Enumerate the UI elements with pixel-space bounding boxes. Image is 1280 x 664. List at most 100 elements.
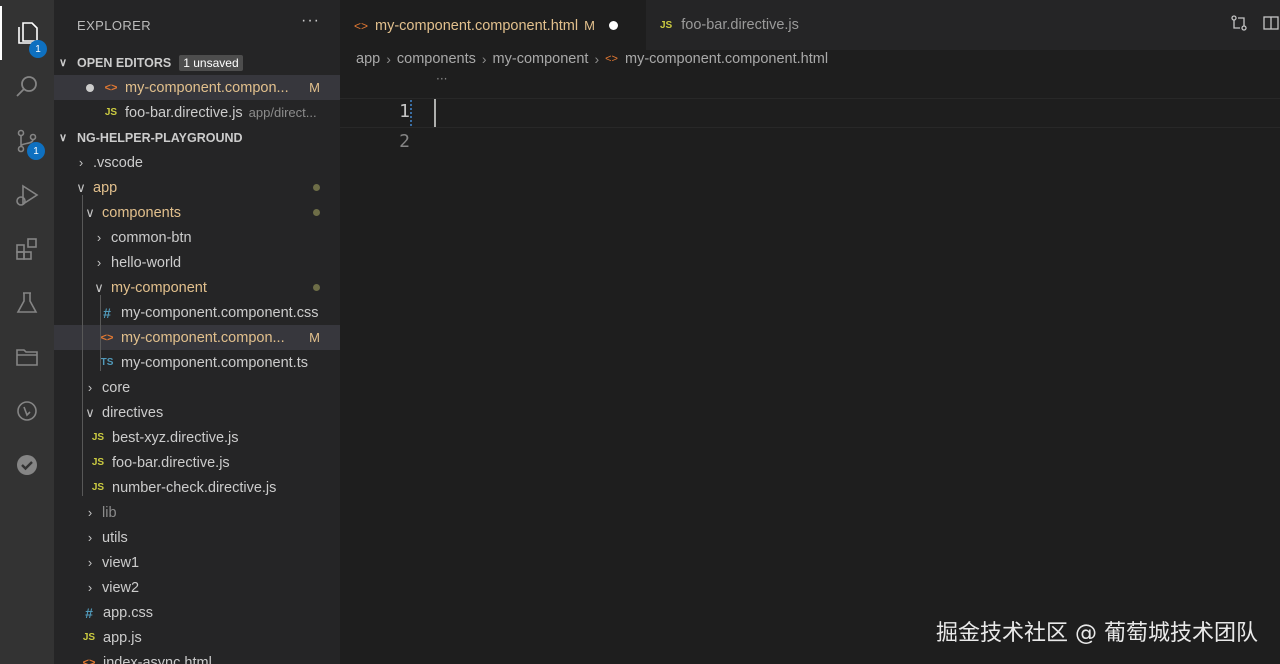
- chevron-down-icon: ∨: [85, 404, 95, 420]
- activity-bar: 1 1: [0, 0, 54, 664]
- text-cursor[interactable]: [434, 99, 436, 127]
- chevron-right-icon: ›: [87, 580, 93, 595]
- tree-label: my-component.compon...: [121, 329, 285, 346]
- open-editor-label: foo-bar.directive.js: [125, 104, 243, 121]
- breadcrumb-ellipsis[interactable]: ···: [436, 72, 447, 86]
- explorer-sidebar: EXPLORER ··· ∨ OPEN EDITORS 1 unsaved <>…: [54, 0, 340, 664]
- tree-file-html[interactable]: <> my-component.compon... M: [54, 325, 340, 350]
- indent-guide: [100, 295, 101, 371]
- more-actions-icon[interactable]: ···: [301, 12, 320, 30]
- tree-label: my-component.component.css: [121, 304, 319, 321]
- chevron-right-icon: ›: [78, 155, 84, 170]
- extensions-icon[interactable]: [0, 222, 54, 276]
- tree-label: my-component.component.ts: [121, 354, 308, 371]
- tree-folder-hello-world[interactable]: › hello-world: [54, 250, 340, 275]
- tree-label: number-check.directive.js: [112, 479, 277, 496]
- unsaved-badge: 1 unsaved: [179, 54, 243, 71]
- tree-label: hello-world: [111, 254, 182, 271]
- explorer-header: EXPLORER ···: [54, 0, 340, 50]
- breadcrumb-item[interactable]: components: [397, 51, 476, 67]
- tree-file-app-js[interactable]: JS app.js: [54, 625, 340, 650]
- tree-folder-utils[interactable]: › utils: [54, 525, 340, 550]
- chevron-right-icon: ›: [87, 505, 93, 520]
- unsaved-dot-icon[interactable]: [608, 21, 618, 30]
- tree-label: common-btn: [111, 229, 192, 246]
- open-editors-title: OPEN EDITORS: [77, 55, 172, 70]
- tree-folder-my-component[interactable]: ∨ my-component: [54, 275, 340, 300]
- chevron-down-icon: ∨: [59, 57, 68, 69]
- breadcrumb-item[interactable]: my-component: [493, 51, 589, 67]
- split-editor-icon[interactable]: [1262, 14, 1280, 32]
- js-file-icon: JS: [104, 107, 118, 118]
- breadcrumb-item[interactable]: my-component.component.html: [625, 51, 828, 67]
- tree-label: best-xyz.directive.js: [112, 429, 239, 446]
- js-file-icon: JS: [91, 432, 105, 443]
- tree-label: .vscode: [93, 154, 143, 171]
- modified-flag: M: [584, 18, 595, 33]
- js-file-icon: JS: [660, 19, 673, 31]
- tree-label: index-async.html: [103, 654, 212, 664]
- tree-file-app-css[interactable]: # app.css: [54, 600, 340, 625]
- chevron-right-icon: ›: [96, 255, 102, 270]
- remote-explorer-icon[interactable]: [0, 384, 54, 438]
- modified-flag: M: [309, 80, 320, 95]
- unsaved-dot-icon[interactable]: [86, 83, 94, 92]
- open-changes-icon[interactable]: [1230, 14, 1248, 32]
- chevron-right-icon: ›: [481, 51, 487, 67]
- tab-foo-bar-js[interactable]: JS foo-bar.directive.js: [646, 0, 836, 50]
- tree-folder-core[interactable]: › core: [54, 375, 340, 400]
- explorer-badge: 1: [29, 40, 47, 58]
- line-number: 2: [399, 131, 410, 152]
- tree-folder-view1[interactable]: › view1: [54, 550, 340, 575]
- modified-dot-icon: [313, 184, 320, 191]
- modified-dot-icon: [313, 284, 320, 291]
- tree-label: foo-bar.directive.js: [112, 454, 230, 471]
- tree-folder-lib[interactable]: › lib: [54, 500, 340, 525]
- check-circle-icon[interactable]: [0, 438, 54, 492]
- chevron-right-icon: ›: [594, 51, 600, 67]
- chevron-right-icon: ›: [87, 530, 93, 545]
- tree-folder-directives[interactable]: ∨ directives: [54, 400, 340, 425]
- chevron-right-icon: ›: [87, 555, 93, 570]
- run-debug-icon[interactable]: [0, 168, 54, 222]
- breadcrumb-item[interactable]: app: [356, 51, 380, 67]
- tree-label: app.js: [103, 629, 142, 646]
- tree-file-ts[interactable]: TS my-component.component.ts: [54, 350, 340, 375]
- chevron-down-icon: ∨: [76, 179, 86, 195]
- js-file-icon: JS: [91, 457, 105, 468]
- tab-my-component-html[interactable]: <> my-component.component.html M: [340, 0, 646, 50]
- explorer-icon[interactable]: 1: [0, 6, 54, 60]
- modified-flag: M: [309, 330, 320, 345]
- testing-icon[interactable]: [0, 276, 54, 330]
- indent-marker: [410, 100, 412, 126]
- tree-folder-vscode[interactable]: › .vscode: [54, 150, 340, 175]
- editor-area: <> my-component.component.html M JS foo-…: [340, 0, 1280, 664]
- current-line-highlight: [340, 98, 1280, 128]
- tree-file-number-check[interactable]: JS number-check.directive.js: [54, 475, 340, 500]
- open-editors-section[interactable]: ∨ OPEN EDITORS 1 unsaved: [54, 50, 340, 75]
- tree-label: components: [102, 204, 181, 221]
- tree-file-best-xyz[interactable]: JS best-xyz.directive.js: [54, 425, 340, 450]
- html-file-icon: <>: [104, 81, 118, 94]
- open-editor-item[interactable]: JS foo-bar.directive.js app/direct...: [54, 100, 340, 125]
- tree-label: core: [102, 379, 131, 396]
- tree-file-index-async[interactable]: <> index-async.html: [54, 650, 340, 664]
- modified-dot-icon: [313, 209, 320, 216]
- tree-folder-components[interactable]: ∨ components: [54, 200, 340, 225]
- chevron-down-icon: ∨: [59, 132, 68, 144]
- source-control-badge: 1: [27, 142, 45, 160]
- tree-label: view2: [102, 579, 140, 596]
- tree-folder-view2[interactable]: › view2: [54, 575, 340, 600]
- tree-file-css[interactable]: # my-component.component.css: [54, 300, 340, 325]
- folder-icon[interactable]: [0, 330, 54, 384]
- tree-folder-common-btn[interactable]: › common-btn: [54, 225, 340, 250]
- workspace-section[interactable]: ∨ NG-HELPER-PLAYGROUND: [54, 125, 340, 150]
- tree-file-foo-bar[interactable]: JS foo-bar.directive.js: [54, 450, 340, 475]
- search-icon[interactable]: [0, 60, 54, 114]
- tree-label: directives: [102, 404, 164, 421]
- tree-folder-app[interactable]: ∨ app: [54, 175, 340, 200]
- source-control-icon[interactable]: 1: [0, 114, 54, 168]
- open-editor-item[interactable]: <> my-component.compon... M: [54, 75, 340, 100]
- open-editor-label: my-component.compon...: [125, 79, 289, 96]
- tree-label: app: [93, 179, 118, 196]
